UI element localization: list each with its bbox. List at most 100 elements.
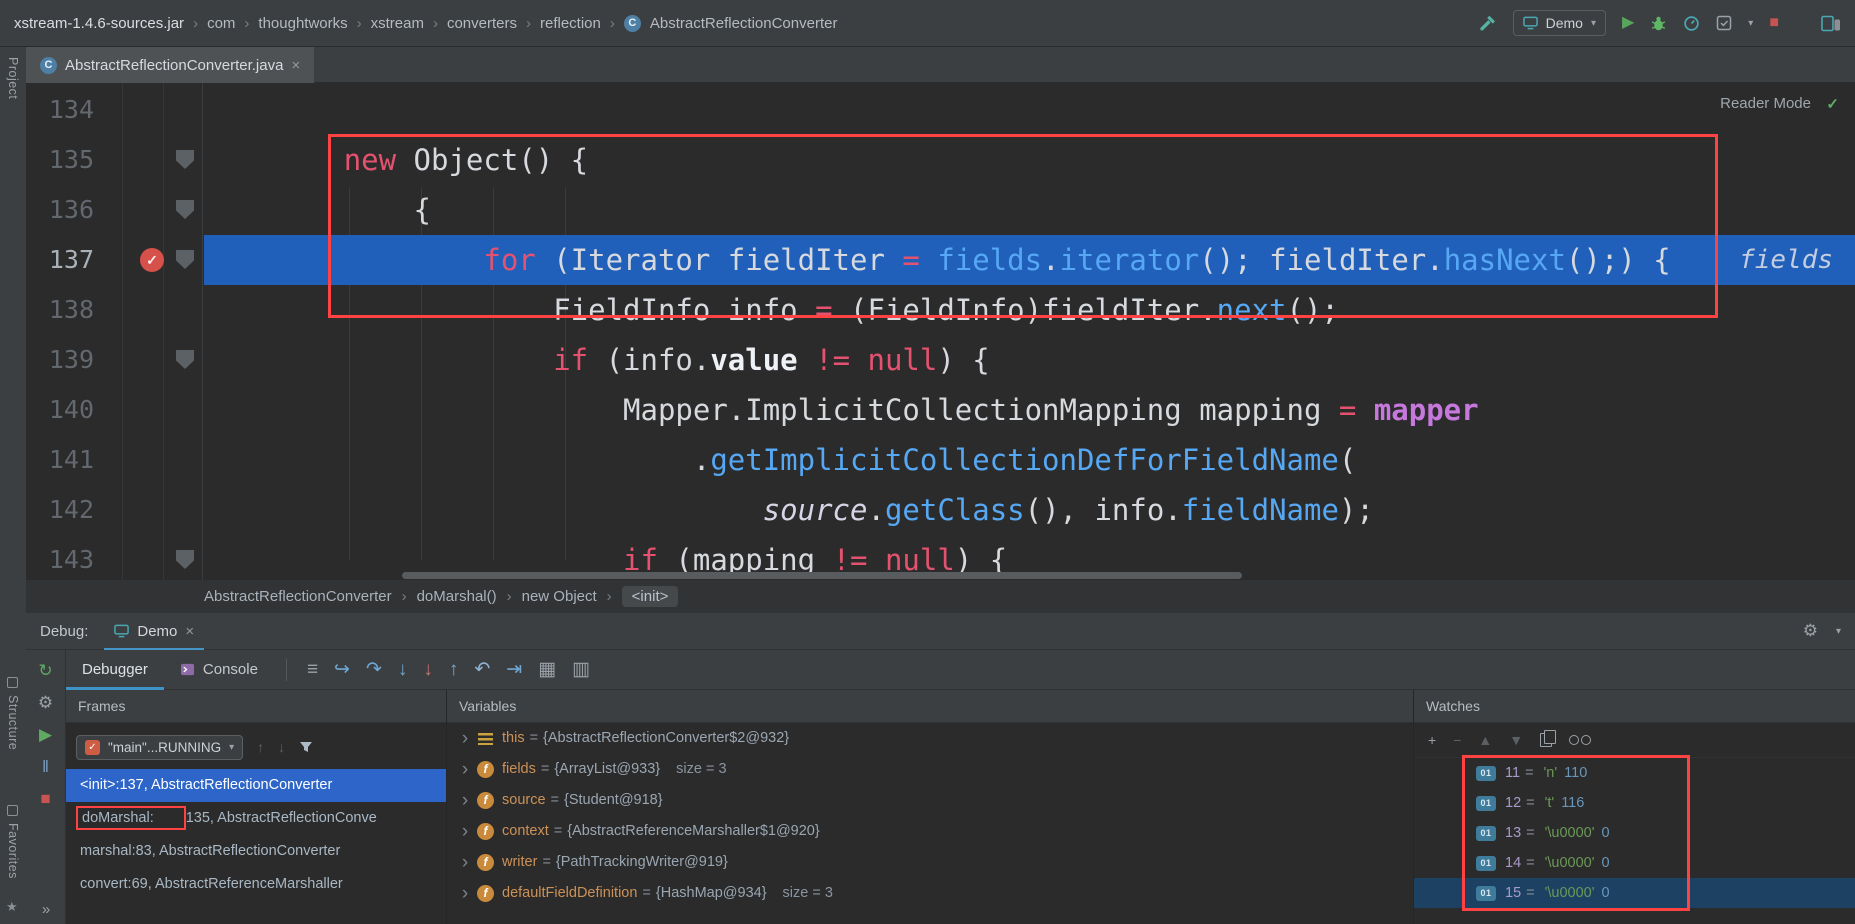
tab-console[interactable]: Console: [164, 650, 274, 690]
breadcrumb-item[interactable]: doMarshal(): [417, 588, 497, 605]
move-watch-up-icon[interactable]: ▲: [1478, 732, 1492, 748]
sidebar-item-structure[interactable]: Structure: [6, 695, 20, 750]
hide-panel-icon[interactable]: ▾: [1836, 626, 1841, 637]
stack-frame-row[interactable]: marshal:83, AbstractReflectionConverter: [66, 835, 446, 868]
step-into-icon[interactable]: ↓: [398, 659, 408, 681]
expand-chevron-icon[interactable]: ›: [457, 723, 473, 754]
stop-icon[interactable]: ■: [40, 790, 50, 807]
debug-session-tab[interactable]: Demo ×: [104, 613, 204, 650]
variable-row[interactable]: › this = {AbstractReflectionConverter$2@932…: [447, 723, 1413, 754]
code-line[interactable]: 141 .getImplicitCollectionDefForFieldNam…: [26, 435, 1855, 485]
breadcrumb-item-class[interactable]: AbstractReflectionConverter: [650, 15, 838, 32]
breadcrumb-item[interactable]: xstream-1.4.6-sources.jar: [14, 15, 184, 32]
gutter-mark-icon[interactable]: [176, 350, 194, 369]
code-line[interactable]: 134: [26, 85, 1855, 135]
coverage-icon[interactable]: [1716, 15, 1732, 31]
gutter-mark-icon[interactable]: [176, 550, 194, 569]
line-number[interactable]: 138: [26, 285, 94, 335]
profiler-icon[interactable]: [1683, 15, 1700, 32]
breadcrumb-item[interactable]: converters: [447, 15, 517, 32]
gear-icon[interactable]: ⚙: [1803, 621, 1818, 641]
tool-windows-icon[interactable]: [1821, 15, 1841, 32]
sidebar-item-project[interactable]: Project: [6, 57, 20, 99]
code-line[interactable]: 139 if (info.value != null) {: [26, 335, 1855, 385]
thread-selector[interactable]: ✓ "main"...RUNNING ▾: [76, 734, 244, 760]
breadcrumb-item[interactable]: xstream: [371, 15, 424, 32]
horizontal-scrollbar[interactable]: [402, 572, 1242, 579]
run-to-cursor-icon[interactable]: ⇥: [506, 658, 522, 681]
line-number[interactable]: 136: [26, 185, 94, 235]
variable-row[interactable]: › f fields = {ArrayList@933} size = 3: [447, 754, 1413, 785]
line-number[interactable]: 134: [26, 85, 94, 135]
star-icon[interactable]: ★: [6, 899, 18, 915]
drop-frame-icon[interactable]: ↶: [474, 658, 490, 681]
code-line[interactable]: 142 source.getClass(), info.fieldName);: [26, 485, 1855, 535]
sidebar-item-favorites[interactable]: Favorites: [6, 823, 20, 879]
expand-chevron-icon[interactable]: ›: [457, 816, 473, 847]
breadcrumb-item-current[interactable]: <init>: [621, 586, 679, 607]
watch-row[interactable]: 01 11 = 'n' 110: [1414, 758, 1855, 788]
breakpoint-verified-icon[interactable]: ✓: [140, 248, 164, 272]
force-step-into-icon[interactable]: ↓: [423, 659, 433, 681]
move-watch-down-icon[interactable]: ▼: [1509, 732, 1523, 748]
layout-settings-icon[interactable]: ▥: [572, 658, 590, 681]
close-icon[interactable]: ×: [291, 57, 300, 74]
pause-icon[interactable]: ‖: [42, 758, 49, 775]
editor-tab[interactable]: C AbstractReflectionConverter.java ×: [26, 47, 315, 83]
add-watch-icon[interactable]: +: [1428, 732, 1436, 748]
show-execution-point-icon[interactable]: ↪: [334, 658, 350, 681]
line-number[interactable]: 140: [26, 385, 94, 435]
reader-mode-label[interactable]: Reader Mode: [1720, 95, 1811, 112]
watch-row[interactable]: 01 12 = 't' 116: [1414, 788, 1855, 818]
breadcrumb-item[interactable]: thoughtworks: [258, 15, 347, 32]
frame-up-icon[interactable]: ↑: [257, 739, 264, 755]
stack-frame-row[interactable]: doMarshal: 135, AbstractReflectionConve: [66, 802, 446, 835]
expand-chevron-icon[interactable]: ›: [457, 847, 473, 878]
line-number[interactable]: 142: [26, 485, 94, 535]
line-number[interactable]: 141: [26, 435, 94, 485]
expand-chevron-icon[interactable]: ›: [457, 878, 473, 909]
inspection-ok-icon[interactable]: ✓: [1826, 95, 1839, 113]
more-options-icon[interactable]: »: [26, 901, 66, 918]
stack-frame-row[interactable]: <init>:137, AbstractReflectionConverter: [66, 769, 446, 802]
expand-chevron-icon[interactable]: ›: [457, 754, 473, 785]
watch-row[interactable]: 01 13 = '\u0000' 0: [1414, 818, 1855, 848]
copy-icon[interactable]: [1540, 730, 1557, 747]
code-line[interactable]: 137 ✓ for (Iterator fieldIter = fields.it…: [26, 235, 1855, 285]
breadcrumb-item[interactable]: com: [207, 15, 235, 32]
code-line[interactable]: 138 FieldInfo info = (FieldInfo)fieldIte…: [26, 285, 1855, 335]
breadcrumb-item[interactable]: reflection: [540, 15, 601, 32]
rerun-icon[interactable]: ↻: [38, 662, 52, 679]
breadcrumb-item[interactable]: new Object: [522, 588, 597, 605]
variable-row[interactable]: › f defaultFieldDefinition = {HashMap@934} si…: [447, 878, 1413, 909]
code-line[interactable]: 140 Mapper.ImplicitCollectionMapping map…: [26, 385, 1855, 435]
expand-chevron-icon[interactable]: ›: [457, 785, 473, 816]
debug-bug-icon[interactable]: [1650, 15, 1667, 32]
gutter-mark-icon[interactable]: [176, 200, 194, 219]
line-number[interactable]: 139: [26, 335, 94, 385]
remove-watch-icon[interactable]: −: [1453, 732, 1461, 748]
filter-funnel-icon[interactable]: [299, 740, 313, 754]
watch-row[interactable]: 01 14 = '\u0000' 0: [1414, 848, 1855, 878]
build-hammer-icon[interactable]: [1479, 14, 1497, 32]
code-line[interactable]: 135 new Object() {: [26, 135, 1855, 185]
resume-icon[interactable]: ▶: [39, 726, 52, 743]
tab-debugger[interactable]: Debugger: [66, 650, 164, 690]
line-number[interactable]: 143: [26, 535, 94, 580]
run-button[interactable]: ▶: [1622, 15, 1634, 31]
chevron-down-icon[interactable]: ▾: [1748, 18, 1753, 29]
variable-row[interactable]: › f writer = {PathTrackingWriter@919}: [447, 847, 1413, 878]
run-config-selector[interactable]: Demo ▾: [1512, 10, 1606, 36]
gutter-mark-icon[interactable]: [176, 250, 194, 269]
step-over-icon[interactable]: ↷: [366, 658, 382, 681]
gutter-mark-icon[interactable]: [176, 150, 194, 169]
line-number[interactable]: 137: [26, 235, 94, 285]
breadcrumb-item[interactable]: AbstractReflectionConverter: [204, 588, 392, 605]
settings-wrench-icon[interactable]: ⚙: [38, 694, 53, 711]
watch-row[interactable]: 01 15 = '\u0000' 0: [1414, 878, 1855, 908]
show-watches-icon[interactable]: [1569, 734, 1592, 746]
variable-row[interactable]: › f context = {AbstractReferenceMarshaller$1…: [447, 816, 1413, 847]
variable-row[interactable]: › f source = {Student@918}: [447, 785, 1413, 816]
stack-frame-row[interactable]: convert:69, AbstractReferenceMarshaller: [66, 868, 446, 901]
step-out-icon[interactable]: ↑: [449, 659, 459, 681]
